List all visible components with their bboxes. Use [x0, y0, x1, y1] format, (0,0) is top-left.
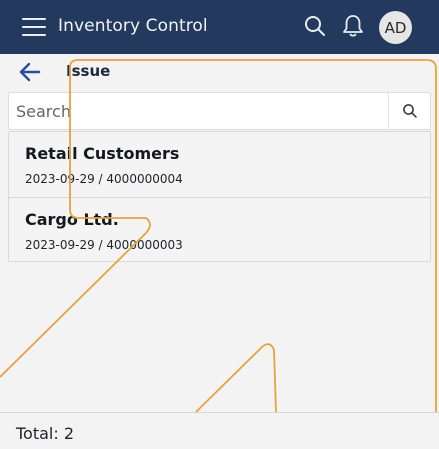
issue-list: Retail Customers 2023-09-29 / 4000000004…: [8, 131, 431, 262]
list-item[interactable]: Cargo Ltd. 2023-09-29 / 4000000003: [9, 197, 430, 262]
user-avatar[interactable]: AD: [379, 11, 412, 44]
app-title: Inventory Control: [58, 16, 208, 36]
search-icon: [402, 104, 417, 118]
page-title: Issue: [66, 62, 111, 80]
customer-name: Retail Customers: [25, 144, 180, 163]
app-root: Inventory Control AD Issue Retail Custom…: [0, 0, 439, 449]
bell-icon[interactable]: [340, 13, 366, 39]
search-icon[interactable]: [302, 13, 328, 39]
list-item[interactable]: Retail Customers 2023-09-29 / 4000000004: [9, 132, 430, 197]
hamburger-menu-icon[interactable]: [22, 16, 46, 38]
search-input[interactable]: [9, 93, 389, 129]
top-bar: Inventory Control AD: [0, 0, 439, 54]
search-bar: [8, 92, 431, 130]
arrow-left-icon[interactable]: [18, 61, 42, 83]
item-date-number: 2023-09-29 / 4000000004: [25, 172, 183, 186]
item-date-number: 2023-09-29 / 4000000003: [25, 238, 183, 252]
search-button[interactable]: [388, 93, 430, 129]
customer-name: Cargo Ltd.: [25, 210, 119, 229]
total-count: Total: 2: [16, 424, 75, 443]
footer-bar: Total: 2: [0, 412, 439, 449]
